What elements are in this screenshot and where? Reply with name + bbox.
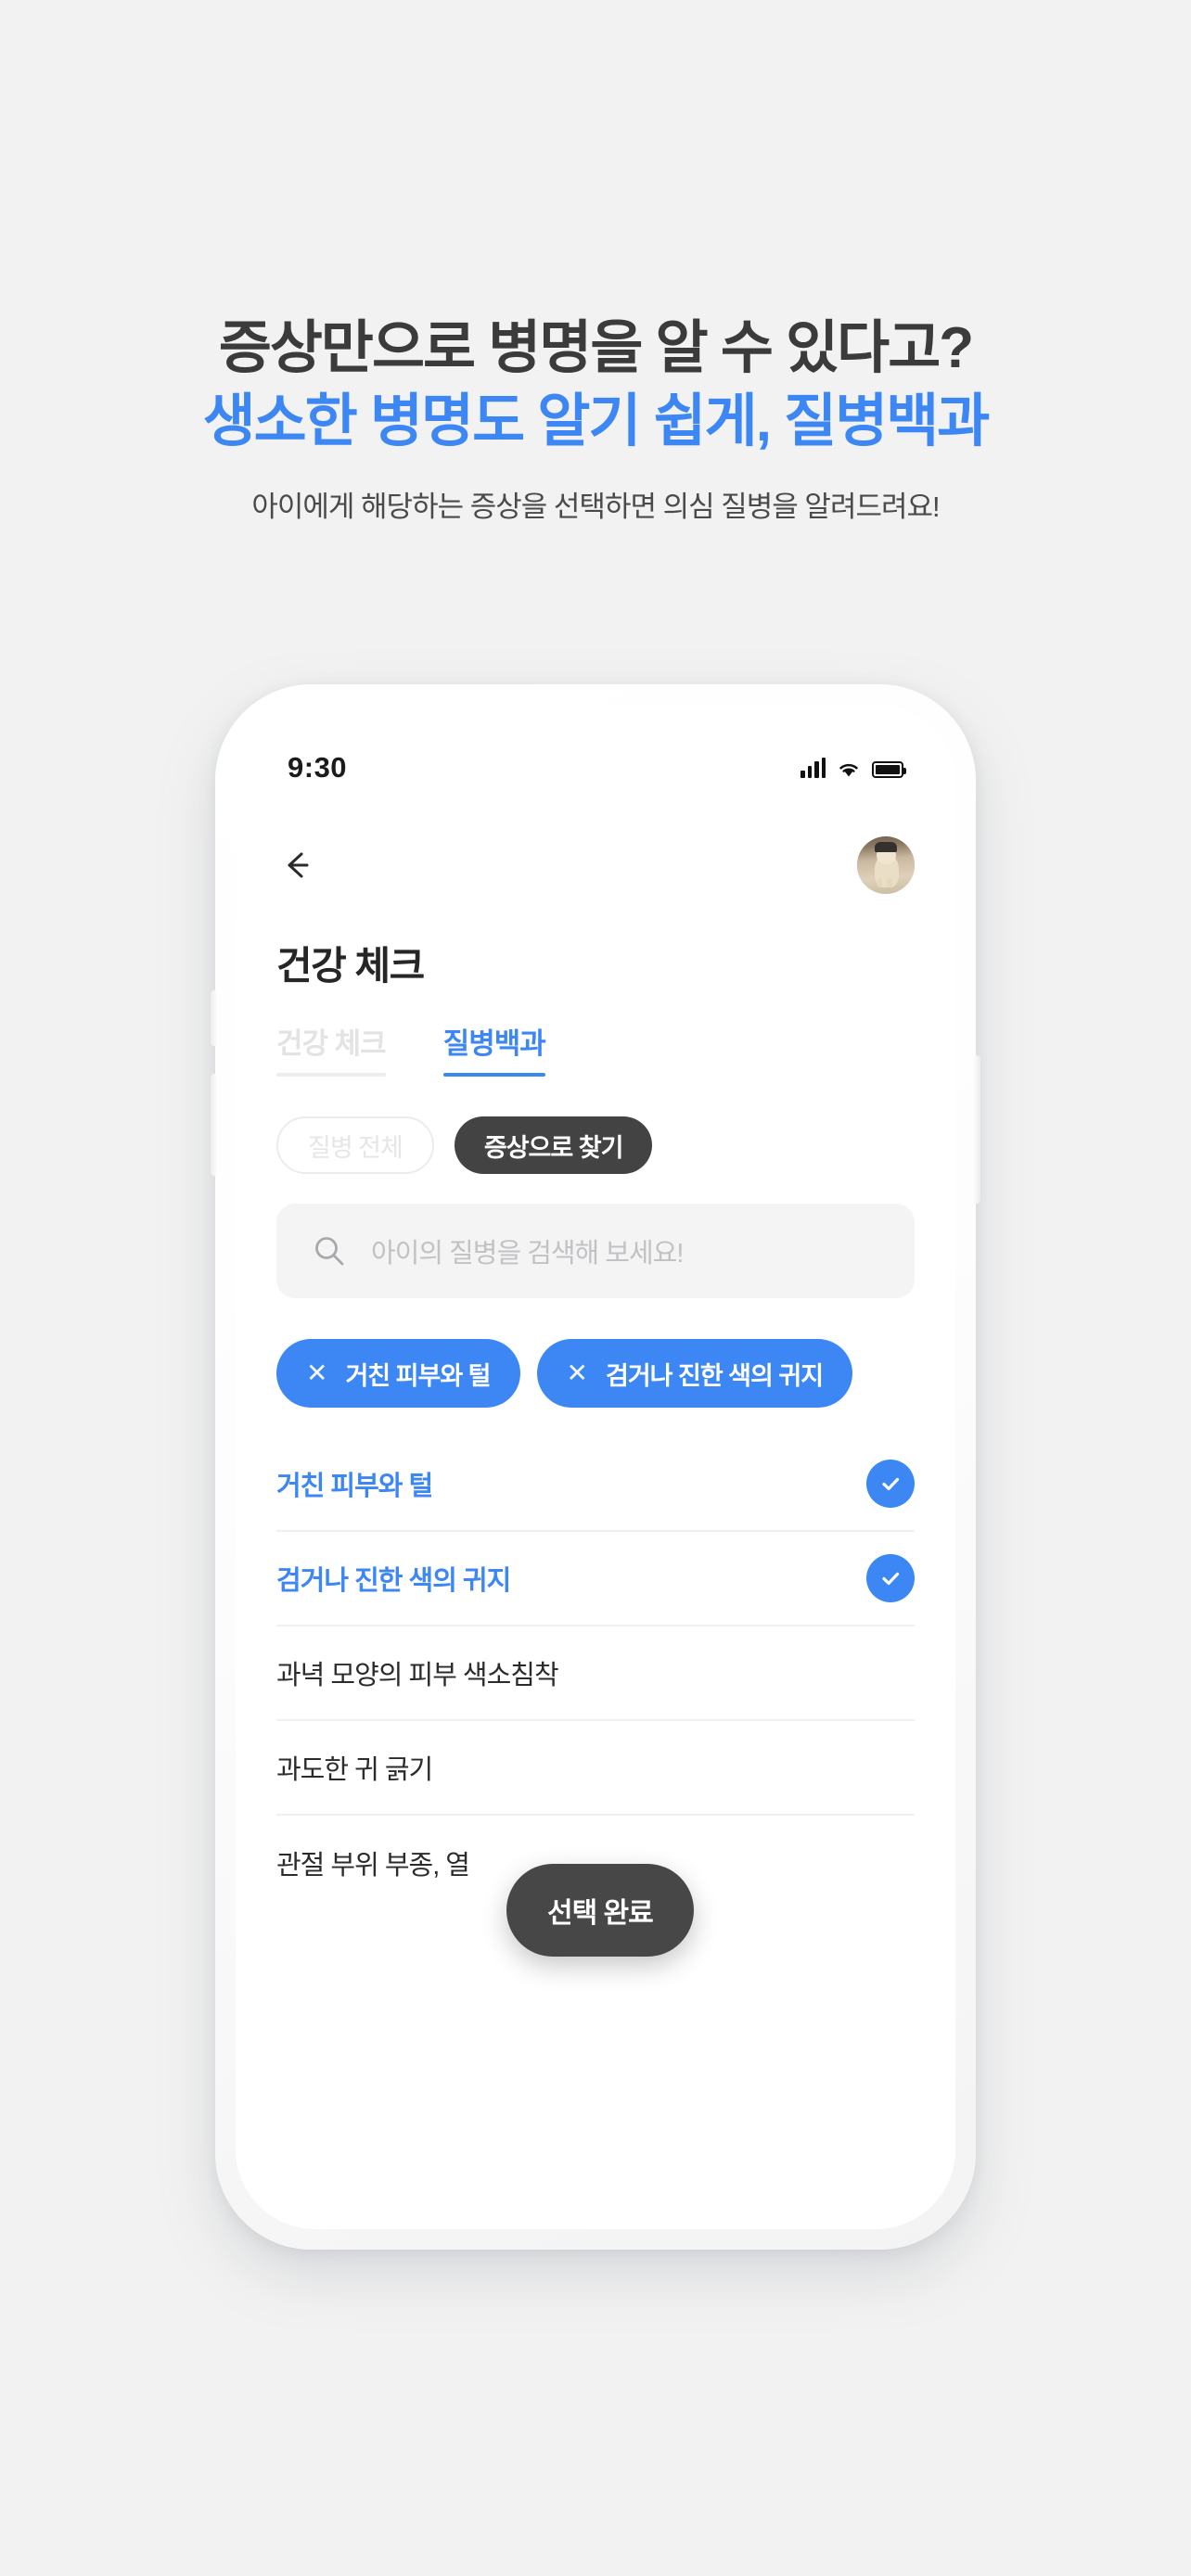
chip-search-by-symptom[interactable]: 증상으로 찾기 — [454, 1116, 653, 1174]
close-icon[interactable]: ✕ — [306, 1360, 327, 1386]
list-item-label: 과녁 모양의 피부 색소침착 — [276, 1661, 559, 1690]
selected-tag-label: 검거나 진한 색의 귀지 — [605, 1361, 824, 1390]
tab-disease-encyclopedia[interactable]: 질병백과 — [442, 1020, 546, 1077]
back-arrow-icon[interactable] — [276, 844, 319, 886]
symptom-list: 거친 피부와 털 검거나 진한 색의 귀지 과녁 모양의 피부 색소침착 과도한… — [276, 1437, 915, 1910]
list-item[interactable]: 거친 피부와 털 — [276, 1437, 915, 1532]
cellular-signal-icon — [800, 758, 826, 778]
page-title: 건강 체크 — [276, 944, 425, 988]
phone-screen: 9:30 건강 체크 건강 체크 질병백과 질병 전체 증상으로 찾기 아이의 … — [236, 705, 955, 2229]
selected-tag[interactable]: ✕ 거친 피부와 털 — [276, 1339, 520, 1408]
app-nav-bar — [236, 823, 955, 907]
status-bar-icons — [800, 758, 906, 778]
selected-tag-group: ✕ 거친 피부와 털 ✕ 검거나 진한 색의 귀지 — [276, 1339, 853, 1408]
list-item-label: 과도한 귀 긁기 — [276, 1755, 433, 1785]
promo-screenshot-page: 증상만으로 병명을 알 수 있다고? 생소한 병명도 알기 쉽게, 질병백과 아… — [0, 0, 1191, 2576]
list-item-label: 관절 부위 부종, 열 — [276, 1851, 470, 1881]
close-icon[interactable]: ✕ — [567, 1360, 588, 1386]
volume-buttons[interactable] — [211, 1074, 218, 1176]
tab-bar: 건강 체크 질병백과 — [276, 1020, 546, 1077]
list-item-label: 거친 피부와 털 — [276, 1472, 433, 1501]
phone-mockup: 9:30 건강 체크 건강 체크 질병백과 질병 전체 증상으로 찾기 아이의 … — [211, 684, 980, 2250]
list-item[interactable]: 과녁 모양의 피부 색소침착 — [276, 1626, 915, 1721]
promo-headline-line2: 생소한 병명도 알기 쉽게, 질병백과 — [202, 389, 991, 454]
tab-health-check[interactable]: 건강 체크 — [276, 1020, 387, 1077]
promo-header: 증상만으로 병명을 알 수 있다고? 생소한 병명도 알기 쉽게, 질병백과 아… — [0, 0, 1191, 525]
tab-disease-encyclopedia-label: 질병백과 — [442, 1027, 546, 1060]
list-item-label: 검거나 진한 색의 귀지 — [276, 1566, 511, 1596]
mute-switch[interactable] — [211, 990, 218, 1046]
list-item[interactable]: 검거나 진한 색의 귀지 — [276, 1532, 915, 1626]
promo-headline-line1: 증상만으로 병명을 알 수 있다고? — [218, 316, 974, 380]
chip-all-diseases[interactable]: 질병 전체 — [276, 1116, 434, 1174]
tab-underline — [276, 1073, 386, 1077]
status-bar: 9:30 — [236, 742, 955, 794]
check-circle-icon[interactable] — [866, 1460, 915, 1508]
filter-chip-group: 질병 전체 증상으로 찾기 — [276, 1116, 653, 1174]
selected-tag-label: 거친 피부와 털 — [345, 1361, 491, 1390]
tab-underline-active — [442, 1073, 545, 1077]
tab-health-check-label: 건강 체크 — [276, 1027, 387, 1060]
avatar[interactable] — [857, 836, 915, 894]
wifi-icon — [837, 759, 861, 778]
list-item[interactable]: 과도한 귀 긁기 — [276, 1721, 915, 1816]
check-circle-icon[interactable] — [866, 1554, 915, 1602]
power-button[interactable] — [972, 1055, 980, 1204]
promo-subtitle: 아이에게 해당하는 증상을 선택하면 의심 질병을 알려드려요! — [251, 490, 940, 523]
search-bar[interactable]: 아이의 질병을 검색해 보세요! — [276, 1204, 915, 1298]
done-selection-button[interactable]: 선택 완료 — [506, 1864, 694, 1957]
status-bar-time: 9:30 — [288, 751, 348, 784]
search-icon — [312, 1233, 347, 1269]
selected-tag[interactable]: ✕ 검거나 진한 색의 귀지 — [536, 1339, 853, 1408]
search-input[interactable]: 아이의 질병을 검색해 보세요! — [371, 1231, 684, 1270]
battery-full-icon — [872, 761, 906, 778]
